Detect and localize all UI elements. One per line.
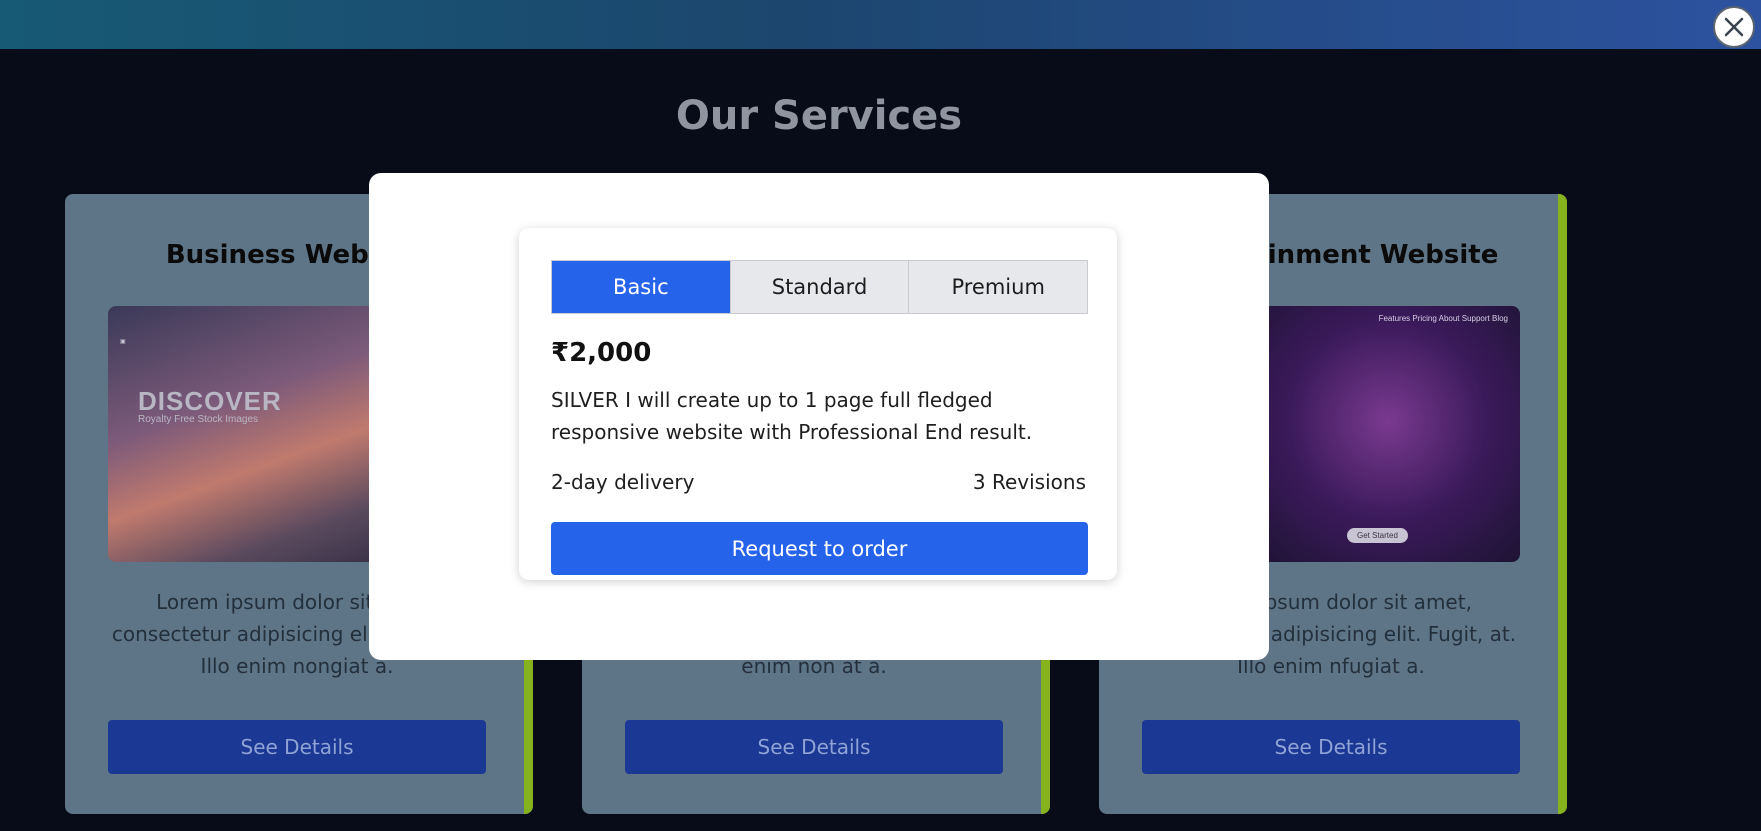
close-modal-button[interactable]	[1713, 6, 1755, 48]
top-header-bar	[0, 0, 1761, 49]
package-tabs: Basic Standard Premium	[551, 260, 1088, 314]
see-details-button[interactable]: See Details	[1142, 720, 1520, 774]
pricing-modal: Basic Standard Premium ₹2,000 SILVER I w…	[369, 173, 1269, 660]
delivery-time: 2-day delivery	[551, 470, 695, 494]
image-logo: ▣	[120, 339, 126, 345]
tab-basic[interactable]: Basic	[552, 261, 730, 313]
see-details-button[interactable]: See Details	[625, 720, 1003, 774]
tab-premium[interactable]: Premium	[908, 261, 1088, 313]
package-price: ₹2,000	[551, 338, 652, 368]
image-cta: Get Started	[1347, 528, 1408, 543]
see-details-button[interactable]: See Details	[108, 720, 486, 774]
image-nav-text: Features Pricing About Support Blog	[1378, 314, 1508, 323]
request-order-button[interactable]: Request to order	[551, 522, 1088, 575]
section-title: Our Services	[675, 93, 963, 139]
revision-count: 3 Revisions	[972, 470, 1086, 494]
pricing-card: Basic Standard Premium ₹2,000 SILVER I w…	[519, 228, 1117, 580]
close-icon	[1724, 17, 1744, 37]
card-accent-stripe	[1558, 194, 1567, 814]
image-subheadline: Royalty Free Stock Images	[138, 414, 259, 425]
package-description: SILVER I will create up to 1 page full f…	[551, 388, 1033, 444]
tab-standard[interactable]: Standard	[729, 261, 909, 313]
image-headline: DISCOVER	[138, 386, 282, 416]
